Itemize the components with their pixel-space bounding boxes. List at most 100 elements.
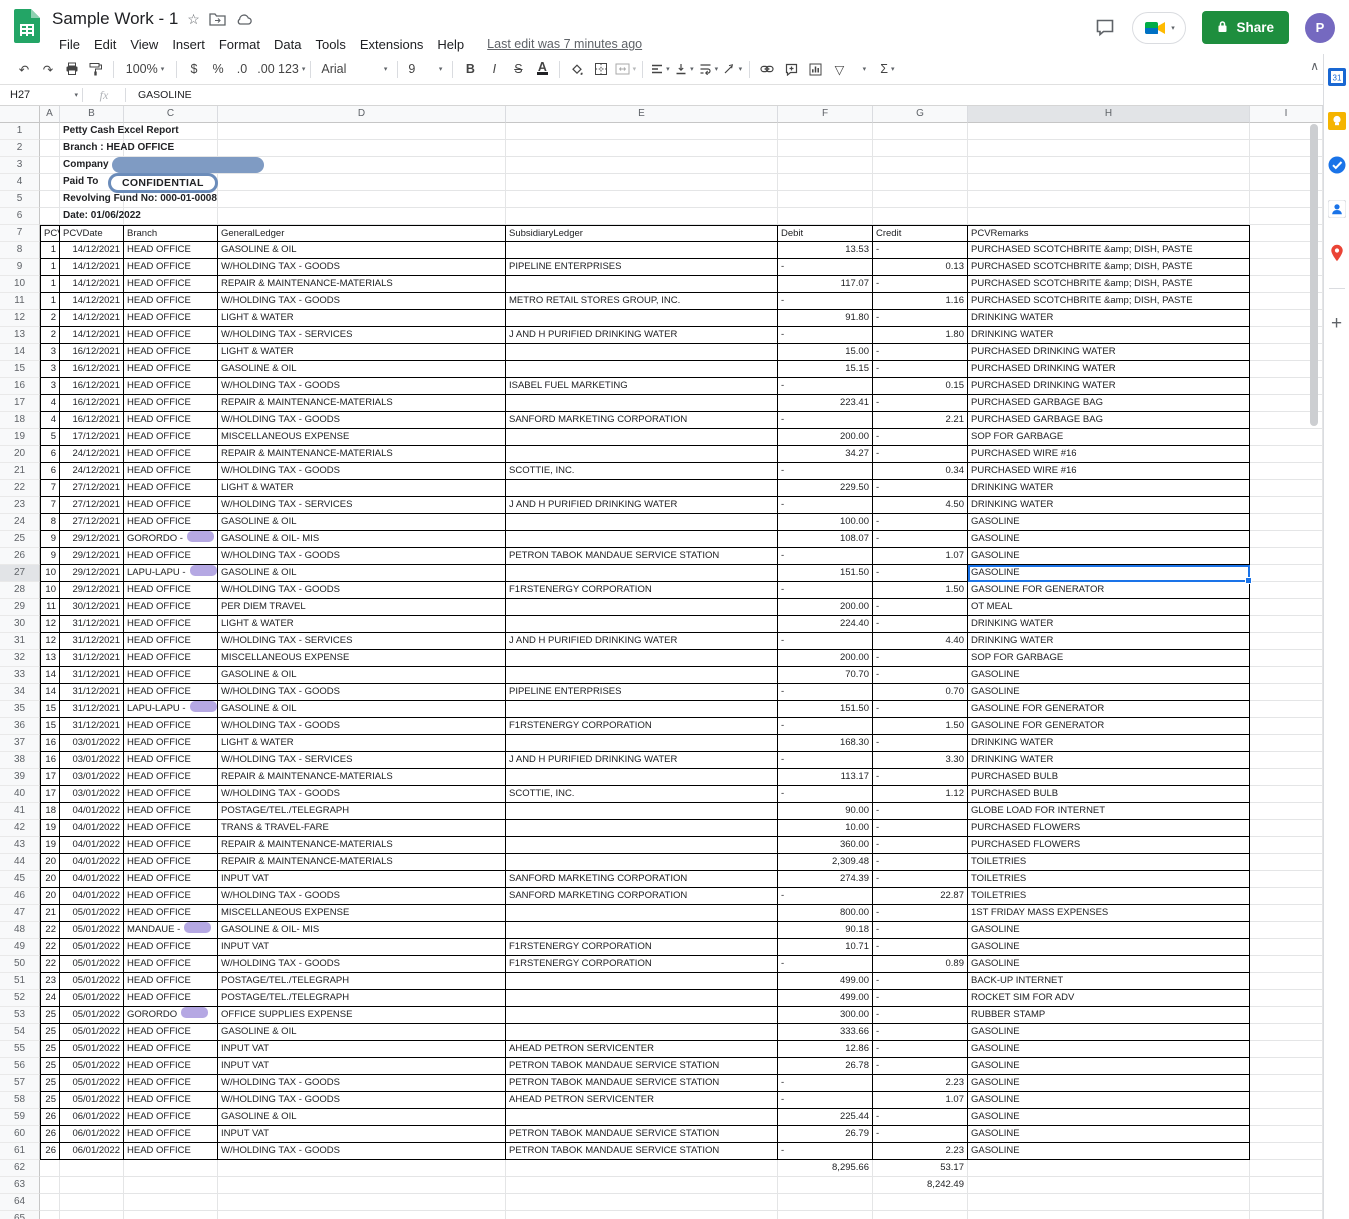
cell-I27[interactable] — [1250, 565, 1323, 582]
row-header-1[interactable]: 1 — [0, 123, 40, 140]
cell-E48[interactable] — [506, 922, 778, 939]
cell-D49[interactable]: INPUT VAT — [218, 939, 506, 956]
cell-C57[interactable]: HEAD OFFICE — [124, 1075, 218, 1092]
cell-I61[interactable] — [1250, 1143, 1323, 1160]
cell-G24[interactable]: - — [873, 514, 968, 531]
cell-H42[interactable]: PURCHASED FLOWERS — [968, 820, 1250, 837]
avatar[interactable]: P — [1305, 12, 1335, 43]
cell-C8[interactable]: HEAD OFFICE — [124, 242, 218, 259]
cell-D48[interactable]: GASOLINE & OIL- MIS — [218, 922, 506, 939]
cell-G21[interactable]: 0.34 — [873, 463, 968, 480]
cell-F9[interactable]: - — [778, 259, 873, 276]
cell-I24[interactable] — [1250, 514, 1323, 531]
cell-D36[interactable]: W/HOLDING TAX - GOODS — [218, 718, 506, 735]
cell-B37[interactable]: 03/01/2022 — [60, 735, 124, 752]
cell-D19[interactable]: MISCELLANEOUS EXPENSE — [218, 429, 506, 446]
menu-item-file[interactable]: File — [52, 35, 87, 54]
row-header-13[interactable]: 13 — [0, 327, 40, 344]
cell-C31[interactable]: HEAD OFFICE — [124, 633, 218, 650]
cell-E18[interactable]: SANFORD MARKETING CORPORATION — [506, 412, 778, 429]
row-header-50[interactable]: 50 — [0, 956, 40, 973]
cell-D33[interactable]: GASOLINE & OIL — [218, 667, 506, 684]
row-header-42[interactable]: 42 — [0, 820, 40, 837]
cell-D2[interactable] — [218, 140, 506, 157]
row-header-22[interactable]: 22 — [0, 480, 40, 497]
cell-F37[interactable]: 168.30 — [778, 735, 873, 752]
cell-G38[interactable]: 3.30 — [873, 752, 968, 769]
cell-C25[interactable]: GORORDO - — [124, 531, 218, 548]
cell-B31[interactable]: 31/12/2021 — [60, 633, 124, 650]
cell-A46[interactable]: 20 — [40, 888, 60, 905]
cell-A62[interactable] — [40, 1160, 60, 1177]
cell-B19[interactable]: 17/12/2021 — [60, 429, 124, 446]
cell-E14[interactable] — [506, 344, 778, 361]
meet-call-button[interactable]: ▾ — [1132, 11, 1187, 44]
cell-G50[interactable]: 0.89 — [873, 956, 968, 973]
cell-G16[interactable]: 0.15 — [873, 378, 968, 395]
cell-E52[interactable] — [506, 990, 778, 1007]
cell-E7[interactable]: SubsidiaryLedger — [506, 225, 778, 242]
cell-H51[interactable]: BACK-UP INTERNET — [968, 973, 1250, 990]
cell-B56[interactable]: 05/01/2022 — [60, 1058, 124, 1075]
cell-C35[interactable]: LAPU-LAPU - — [124, 701, 218, 718]
cell-H34[interactable]: GASOLINE — [968, 684, 1250, 701]
cell-H48[interactable]: GASOLINE — [968, 922, 1250, 939]
cell-E12[interactable] — [506, 310, 778, 327]
cell-A38[interactable]: 16 — [40, 752, 60, 769]
cell-E31[interactable]: J AND H PURIFIED DRINKING WATER — [506, 633, 778, 650]
cell-B36[interactable]: 31/12/2021 — [60, 718, 124, 735]
cell-A58[interactable]: 25 — [40, 1092, 60, 1109]
cell-E54[interactable] — [506, 1024, 778, 1041]
cell-E38[interactable]: J AND H PURIFIED DRINKING WATER — [506, 752, 778, 769]
increase-decimals-button[interactable]: .00 — [254, 58, 278, 80]
cell-E57[interactable]: PETRON TABOK MANDAUE SERVICE STATION — [506, 1075, 778, 1092]
cell-D46[interactable]: W/HOLDING TAX - GOODS — [218, 888, 506, 905]
cell-F60[interactable]: 26.79 — [778, 1126, 873, 1143]
cell-F47[interactable]: 800.00 — [778, 905, 873, 922]
row-header-46[interactable]: 46 — [0, 888, 40, 905]
cell-B5[interactable]: Revolving Fund No: 000-01-0008 — [60, 191, 217, 208]
cell-H56[interactable]: GASOLINE — [968, 1058, 1250, 1075]
cell-H45[interactable]: TOILETRIES — [968, 871, 1250, 888]
cell-I25[interactable] — [1250, 531, 1323, 548]
cell-H39[interactable]: PURCHASED BULB — [968, 769, 1250, 786]
cell-I63[interactable] — [1250, 1177, 1323, 1194]
row-header-27[interactable]: 27 — [0, 565, 40, 582]
cell-H60[interactable]: GASOLINE — [968, 1126, 1250, 1143]
cell-A34[interactable]: 14 — [40, 684, 60, 701]
cell-B1[interactable]: Petty Cash Excel Report — [60, 123, 179, 140]
row-header-38[interactable]: 38 — [0, 752, 40, 769]
cell-H12[interactable]: DRINKING WATER — [968, 310, 1250, 327]
cell-A40[interactable]: 17 — [40, 786, 60, 803]
cell-I33[interactable] — [1250, 667, 1323, 684]
cell-G14[interactable]: - — [873, 344, 968, 361]
cell-F5[interactable] — [778, 191, 873, 208]
more-formats-button[interactable]: 123 ▾ — [278, 58, 305, 80]
cell-A39[interactable]: 17 — [40, 769, 60, 786]
cell-G37[interactable]: - — [873, 735, 968, 752]
cell-E6[interactable] — [506, 208, 778, 225]
cell-D40[interactable]: W/HOLDING TAX - GOODS — [218, 786, 506, 803]
cell-D32[interactable]: MISCELLANEOUS EXPENSE — [218, 650, 506, 667]
cell-H1[interactable] — [968, 123, 1250, 140]
italic-button[interactable]: I — [482, 58, 506, 80]
row-header-49[interactable]: 49 — [0, 939, 40, 956]
cell-F41[interactable]: 90.00 — [778, 803, 873, 820]
cell-B27[interactable]: 29/12/2021 — [60, 565, 124, 582]
cell-E41[interactable] — [506, 803, 778, 820]
cell-G1[interactable] — [873, 123, 968, 140]
cell-B22[interactable]: 27/12/2021 — [60, 480, 124, 497]
cell-B62[interactable] — [60, 1160, 124, 1177]
cell-E53[interactable] — [506, 1007, 778, 1024]
cell-A16[interactable]: 3 — [40, 378, 60, 395]
row-header-60[interactable]: 60 — [0, 1126, 40, 1143]
cell-B25[interactable]: 29/12/2021 — [60, 531, 124, 548]
cell-D10[interactable]: REPAIR & MAINTENANCE-MATERIALS — [218, 276, 506, 293]
row-header-9[interactable]: 9 — [0, 259, 40, 276]
cell-E35[interactable] — [506, 701, 778, 718]
cell-H29[interactable]: OT MEAL — [968, 599, 1250, 616]
cell-C51[interactable]: HEAD OFFICE — [124, 973, 218, 990]
row-header-41[interactable]: 41 — [0, 803, 40, 820]
cell-B23[interactable]: 27/12/2021 — [60, 497, 124, 514]
cell-A20[interactable]: 6 — [40, 446, 60, 463]
